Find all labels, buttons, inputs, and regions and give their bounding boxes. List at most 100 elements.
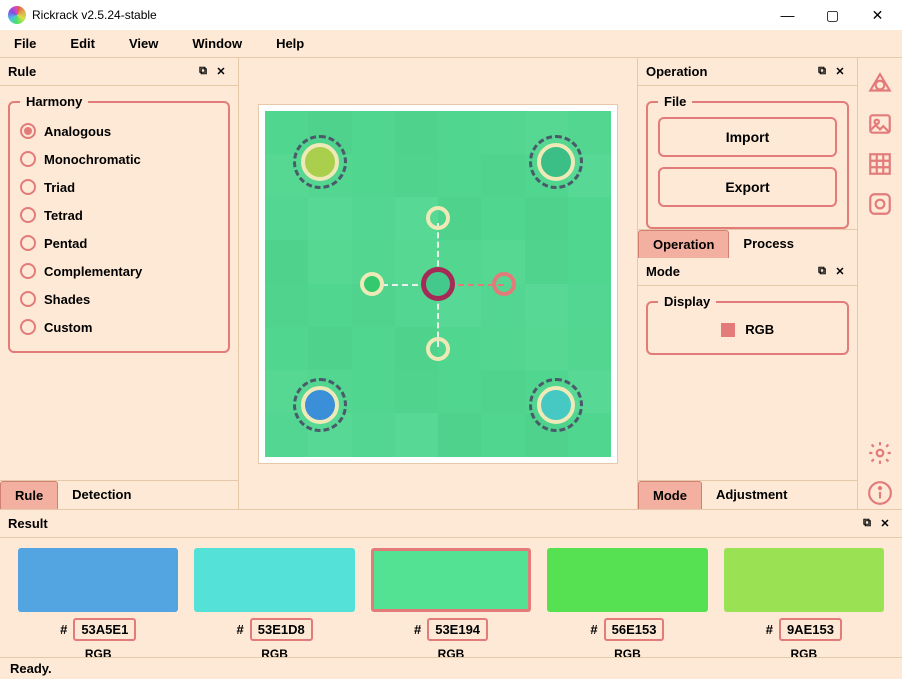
node-center[interactable]	[421, 267, 455, 301]
tab-rule[interactable]: Rule	[0, 481, 58, 509]
rgb-label: RGB	[438, 647, 465, 657]
radio-icon	[20, 151, 36, 167]
radio-icon	[20, 207, 36, 223]
titlebar: Rickrack v2.5.24-stable — ▢ ✕	[0, 0, 902, 30]
hex-value[interactable]: 53E194	[427, 618, 488, 641]
harmony-option-complementary[interactable]: Complementary	[20, 257, 218, 285]
rgb-label: RGB	[745, 322, 774, 337]
node-left[interactable]	[360, 272, 384, 296]
color-swatch[interactable]	[18, 548, 178, 612]
tab-operation[interactable]: Operation	[638, 230, 729, 258]
swatch-col-1: #53E1D8 RGB	[194, 548, 354, 657]
color-swatch[interactable]	[194, 548, 354, 612]
radio-label: Pentad	[44, 236, 87, 251]
hex-value[interactable]: 53E1D8	[250, 618, 313, 641]
export-button[interactable]: Export	[658, 167, 837, 207]
harmony-legend: Harmony	[20, 94, 88, 109]
close-icon[interactable]: ✕	[831, 265, 849, 278]
hex-value[interactable]: 56E153	[604, 618, 665, 641]
swatch-col-3: #56E153 RGB	[547, 548, 707, 657]
node-bottom[interactable]	[426, 337, 450, 361]
close-icon[interactable]: ✕	[212, 65, 230, 78]
color-swatch[interactable]	[547, 548, 707, 612]
tab-adjustment[interactable]: Adjustment	[702, 481, 802, 509]
harmony-option-tetrad[interactable]: Tetrad	[20, 201, 218, 229]
grid-tool-icon[interactable]	[864, 148, 896, 180]
app-logo-icon	[8, 6, 26, 24]
file-legend: File	[658, 94, 692, 109]
harmony-option-shades[interactable]: Shades	[20, 285, 218, 313]
undock-icon[interactable]: ⧉	[858, 517, 876, 530]
rgb-label: RGB	[614, 647, 641, 657]
rule-panel-title: Rule	[8, 64, 194, 79]
corner-node-bl[interactable]	[301, 386, 339, 424]
status-text: Ready.	[10, 661, 52, 676]
close-icon[interactable]: ✕	[876, 517, 894, 530]
radio-icon	[20, 291, 36, 307]
settings-icon[interactable]	[864, 437, 896, 469]
undock-icon[interactable]: ⧉	[813, 265, 831, 278]
board-tool-icon[interactable]	[864, 188, 896, 220]
harmony-option-custom[interactable]: Custom	[20, 313, 218, 341]
corner-node-tl[interactable]	[301, 143, 339, 181]
harmony-fieldset: Harmony Analogous Monochromatic Triad Tetra…	[8, 94, 230, 353]
radio-icon	[20, 123, 36, 139]
hex-value[interactable]: 53A5E1	[73, 618, 136, 641]
harmony-option-pentad[interactable]: Pentad	[20, 229, 218, 257]
undock-icon[interactable]: ⧉	[813, 65, 831, 78]
wheel-tool-icon[interactable]	[864, 68, 896, 100]
radio-label: Analogous	[44, 124, 111, 139]
menu-help[interactable]: Help	[268, 34, 312, 53]
display-fieldset: Display RGB	[646, 294, 849, 355]
node-right[interactable]	[492, 272, 516, 296]
result-panel-header: Result ⧉ ✕	[0, 510, 902, 538]
rgb-label: RGB	[261, 647, 288, 657]
radio-icon	[20, 319, 36, 335]
radio-label: Monochromatic	[44, 152, 141, 167]
hex-value[interactable]: 9AE153	[779, 618, 842, 641]
image-tool-icon[interactable]	[864, 108, 896, 140]
radio-label: Triad	[44, 180, 75, 195]
color-swatch[interactable]	[371, 548, 531, 612]
hash-label: #	[237, 622, 244, 637]
close-icon[interactable]: ✕	[831, 65, 849, 78]
operation-panel-header: Operation ⧉ ✕	[638, 58, 857, 86]
harmony-option-triad[interactable]: Triad	[20, 173, 218, 201]
radio-icon	[20, 263, 36, 279]
tool-column	[857, 58, 902, 509]
file-fieldset: File Import Export	[646, 94, 849, 229]
radio-label: Complementary	[44, 264, 142, 279]
corner-node-br[interactable]	[537, 386, 575, 424]
corner-node-tr[interactable]	[537, 143, 575, 181]
radio-label: Shades	[44, 292, 90, 307]
undock-icon[interactable]: ⧉	[194, 65, 212, 78]
harmony-option-analogous[interactable]: Analogous	[20, 117, 218, 145]
menu-view[interactable]: View	[121, 34, 166, 53]
menu-file[interactable]: File	[6, 34, 44, 53]
hash-label: #	[590, 622, 597, 637]
status-bar: Ready.	[0, 657, 902, 679]
mode-panel-title: Mode	[646, 264, 813, 279]
operation-panel-title: Operation	[646, 64, 813, 79]
tab-process[interactable]: Process	[729, 230, 808, 258]
menu-window[interactable]: Window	[184, 34, 250, 53]
canvas-frame	[258, 104, 618, 464]
rgb-label: RGB	[85, 647, 112, 657]
rgb-checkbox[interactable]	[721, 323, 735, 337]
info-icon[interactable]	[864, 477, 896, 509]
tab-detection[interactable]: Detection	[58, 481, 145, 509]
color-swatch[interactable]	[724, 548, 884, 612]
rgb-label: RGB	[790, 647, 817, 657]
minimize-button[interactable]: —	[765, 0, 810, 30]
harmony-option-monochromatic[interactable]: Monochromatic	[20, 145, 218, 173]
hash-label: #	[60, 622, 67, 637]
node-top[interactable]	[426, 206, 450, 230]
menu-edit[interactable]: Edit	[62, 34, 103, 53]
display-legend: Display	[658, 294, 716, 309]
close-button[interactable]: ✕	[855, 0, 900, 30]
rule-panel-header: Rule ⧉ ✕	[0, 58, 238, 86]
import-button[interactable]: Import	[658, 117, 837, 157]
maximize-button[interactable]: ▢	[810, 0, 855, 30]
tab-mode[interactable]: Mode	[638, 481, 702, 509]
color-canvas[interactable]	[265, 111, 611, 457]
